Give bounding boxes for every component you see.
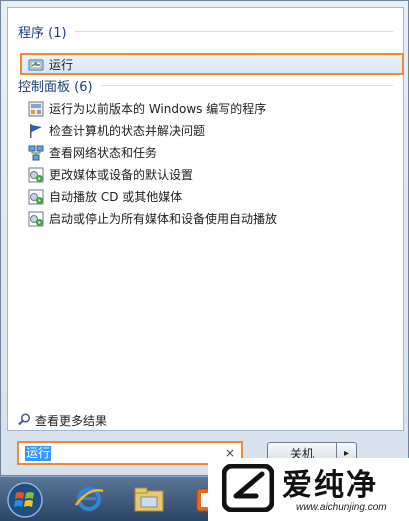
control-panel-group-title: 控制面板 (6) [18, 80, 93, 95]
group-divider [100, 85, 393, 86]
start-menu: 程序 (1) 运行 控制面板 (6) 运行为以前版本的 Windows 编写的程… [0, 0, 409, 476]
control-panel-item-label: 查看网络状态和任务 [49, 146, 158, 160]
control-panel-item-label: 运行为以前版本的 Windows 编写的程序 [49, 102, 267, 116]
magnifier-icon [18, 412, 31, 429]
control-panel-item[interactable]: 自动播放 CD 或其他媒体 [28, 186, 388, 207]
autoplay-icon [28, 189, 44, 205]
internet-explorer-icon[interactable] [72, 483, 106, 515]
control-panel-item[interactable]: 检查计算机的状态并解决问题 [28, 120, 388, 141]
control-panel-item[interactable]: 启动或停止为所有媒体和设备使用自动播放 [28, 208, 388, 229]
search-input-value: 运行 [25, 445, 52, 461]
chevron-right-icon: ▸ [343, 447, 350, 459]
control-panel-item-label: 更改媒体或设备的默认设置 [49, 168, 194, 182]
program-item-run[interactable]: 运行 [28, 54, 388, 75]
watermark-emblem-icon [222, 464, 274, 512]
group-divider [74, 31, 393, 32]
network-icon [28, 145, 44, 161]
file-explorer-icon[interactable] [132, 483, 166, 515]
autoplay-icon [28, 167, 44, 183]
run-icon [28, 57, 44, 73]
start-orb-icon[interactable] [4, 481, 46, 519]
control-panel-group-header[interactable]: 控制面板 (6) [18, 76, 393, 95]
control-panel-item-label: 启动或停止为所有媒体和设备使用自动播放 [49, 212, 278, 226]
control-panel-item[interactable]: 更改媒体或设备的默认设置 [28, 164, 388, 185]
program-item-label: 运行 [49, 58, 74, 72]
compatibility-icon [28, 101, 44, 117]
control-panel-item-label: 自动播放 CD 或其他媒体 [49, 190, 183, 204]
programs-group-header[interactable]: 程序 (1) [18, 22, 393, 41]
control-panel-item-label: 检查计算机的状态并解决问题 [49, 124, 206, 138]
see-more-results-link[interactable]: 查看更多结果 [18, 412, 107, 429]
watermark-url: www.aichunjing.com [296, 502, 387, 513]
programs-group-title: 程序 (1) [18, 26, 67, 41]
control-panel-item[interactable]: 查看网络状态和任务 [28, 142, 388, 163]
action-center-flag-icon [28, 123, 44, 139]
autoplay-icon [28, 211, 44, 227]
search-results-pane: 程序 (1) 运行 控制面板 (6) 运行为以前版本的 Windows 编写的程… [7, 7, 404, 431]
see-more-results-label: 查看更多结果 [35, 414, 108, 428]
control-panel-item[interactable]: 运行为以前版本的 Windows 编写的程序 [28, 98, 388, 119]
watermark-brand: 爱纯净 [282, 468, 378, 503]
watermark-logo: 爱纯净 www.aichunjing.com [208, 458, 409, 521]
